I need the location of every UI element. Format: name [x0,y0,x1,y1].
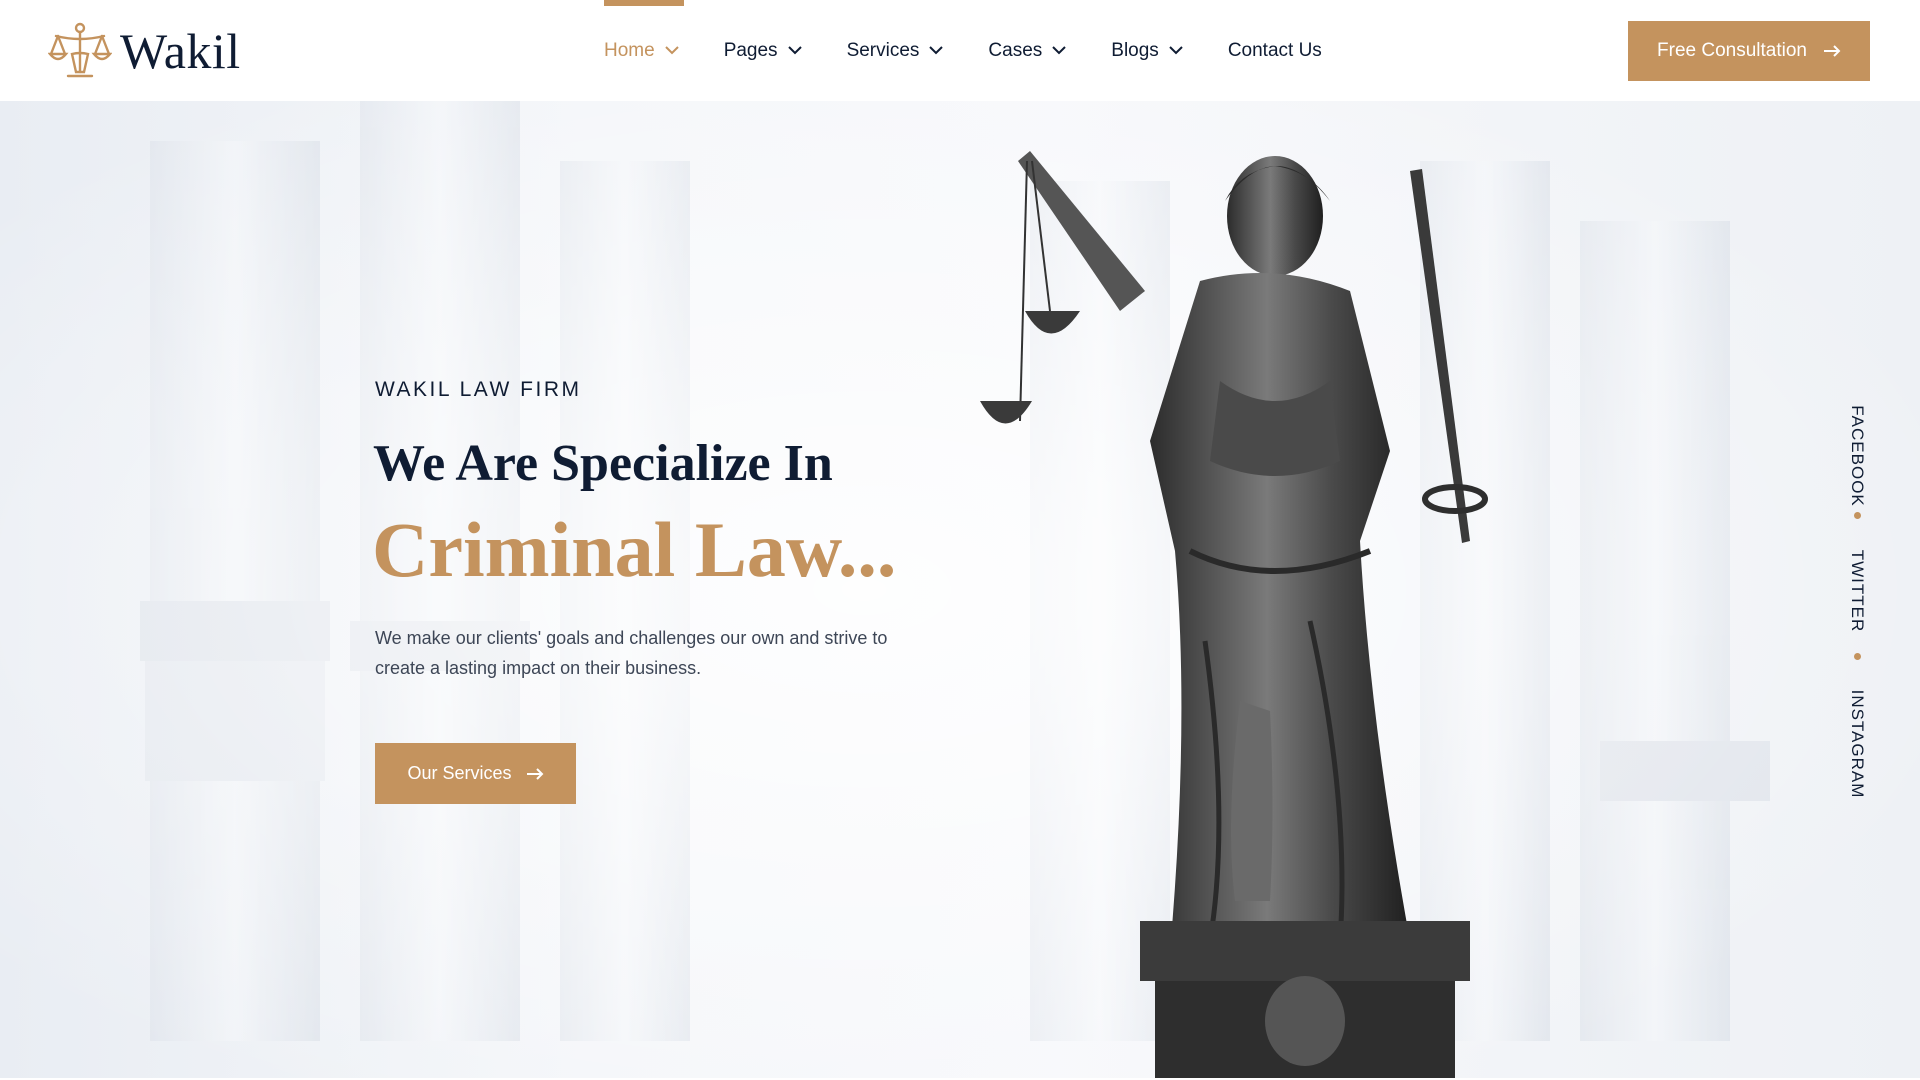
nav-item-cases[interactable]: Cases [988,0,1066,101]
hero-section: WAKIL LAW FIRM We Are Specialize In Crim… [0,101,1920,1078]
our-services-button[interactable]: Our Services [375,743,576,804]
scales-of-justice-icon [48,22,112,78]
button-label: Free Consultation [1657,40,1807,61]
nav-item-home[interactable]: Home [604,0,684,101]
nav-label: Pages [723,39,778,61]
nav-label: Services [846,39,920,61]
nav-item-pages[interactable]: Pages [724,0,802,101]
hero-headline-accent: Criminal Law... [372,506,897,593]
button-label: Our Services [407,763,512,783]
chevron-down-icon [929,46,944,55]
hero-description: We make our clients' goals and challenge… [375,628,888,678]
hero-eyebrow: WAKIL LAW FIRM [375,378,582,401]
twitter-link[interactable]: TWITTER [1847,550,1867,633]
arrow-right-icon [1823,45,1841,57]
nav-item-services[interactable]: Services [847,0,944,101]
nav-label: Home [604,39,655,61]
social-links: FACEBOOK TWITTER INSTAGRAM [1835,386,1879,806]
nav-label: Cases [988,39,1043,61]
courthouse-columns-background [0,101,1920,1078]
nav-item-contact[interactable]: Contact Us [1228,0,1322,101]
main-nav: Home Pages Services Cases Blogs Contact … [604,0,1367,101]
separator-dot [1854,512,1861,519]
chevron-down-icon [1169,46,1183,55]
instagram-link[interactable]: INSTAGRAM [1847,690,1867,799]
hero-headline: We Are Specialize In [373,435,833,492]
separator-dot [1854,653,1861,660]
lady-justice-statue [980,151,1488,1078]
chevron-down-icon [787,46,802,55]
nav-label: Contact Us [1227,39,1322,61]
arrow-right-icon [526,767,543,780]
site-header: Wakil Home Pages Services Cases Blogs Co… [0,0,1920,101]
logo[interactable]: Wakil [48,22,241,80]
logo-text: Wakil [120,23,241,79]
free-consultation-button[interactable]: Free Consultation [1628,21,1870,81]
nav-item-blogs[interactable]: Blogs [1111,0,1183,101]
nav-label: Blogs [1111,39,1159,61]
chevron-down-icon [1052,46,1066,55]
facebook-link[interactable]: FACEBOOK [1847,405,1867,507]
chevron-down-icon [664,46,679,55]
